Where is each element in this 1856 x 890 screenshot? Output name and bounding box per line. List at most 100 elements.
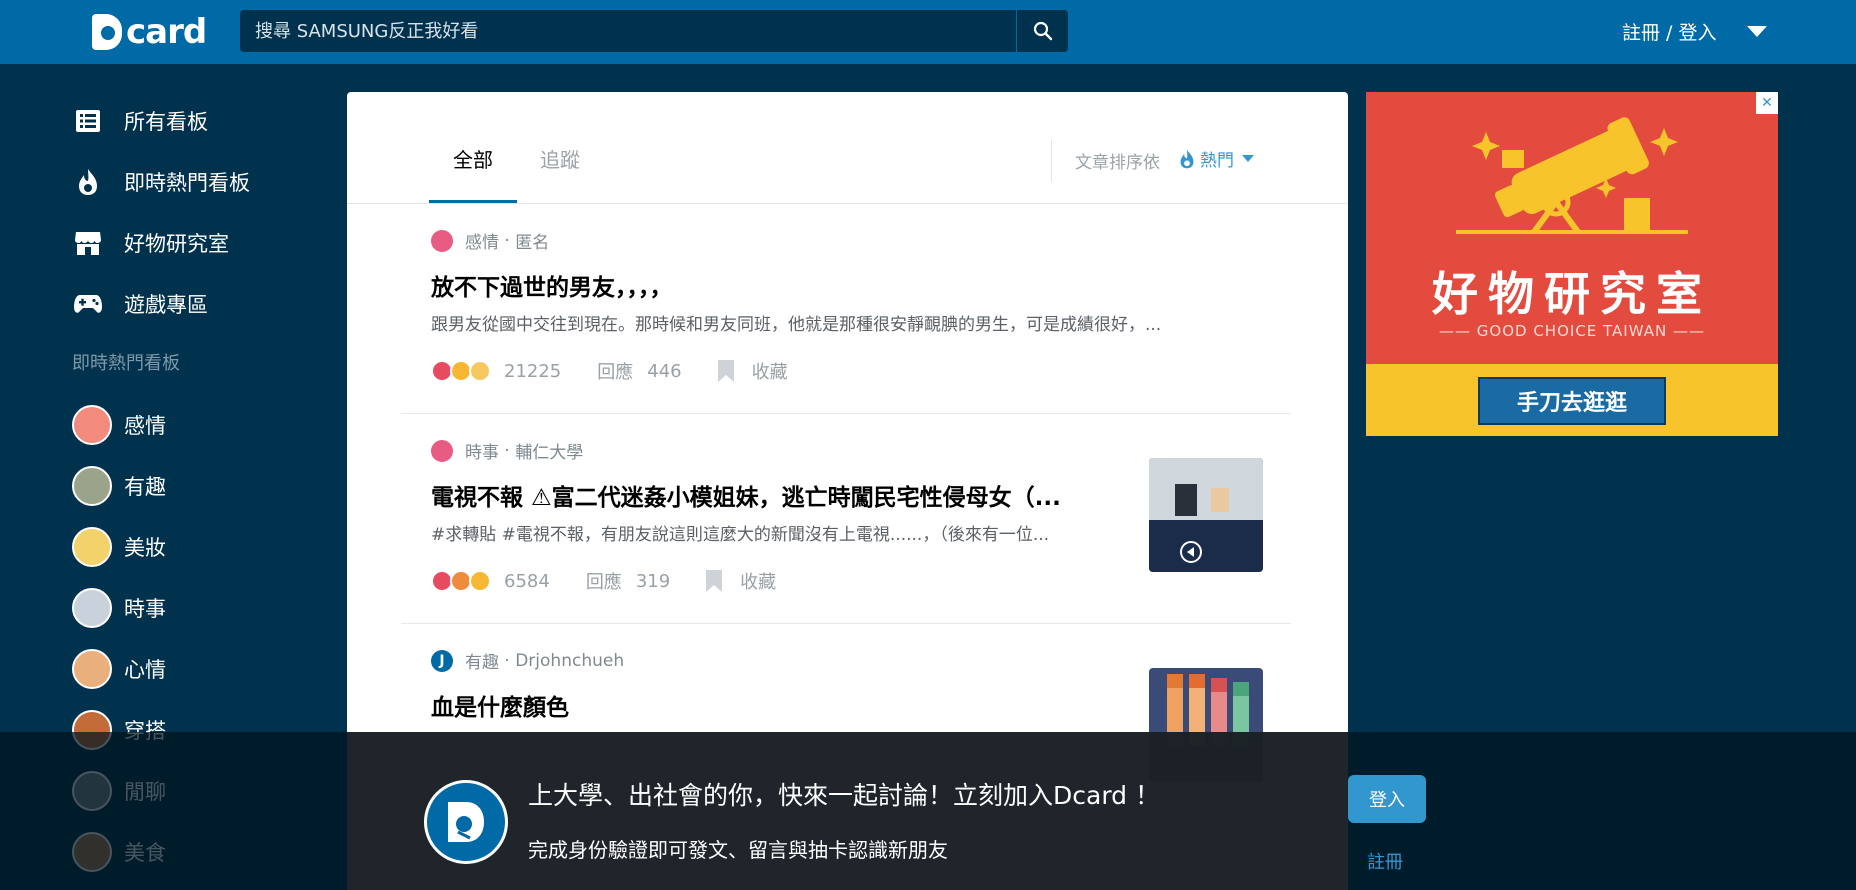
post-board[interactable]: 有趣 (465, 648, 499, 673)
flame-icon (72, 166, 104, 198)
surprise-reaction-icon (469, 570, 491, 592)
post-title[interactable]: 電視不報 ⚠富二代迷姦小模姐妹，逃亡時闖民宅性侵母女（... (431, 478, 1121, 512)
active-tab-indicator (429, 200, 517, 203)
chevron-down-icon[interactable] (1747, 26, 1767, 37)
sidebar-item-label: 好物研究室 (124, 231, 229, 256)
post-meta: J 有趣 · Drjohnchueh (431, 648, 624, 673)
join-banner-subtitle: 完成身份驗證即可發文、留言與抽卡認識新朋友 (528, 838, 948, 862)
sidebar-item-trending-boards[interactable]: 即時熱門看板 (72, 151, 332, 212)
sort-label: 文章排序依 (1075, 153, 1160, 173)
author-avatar (431, 439, 453, 462)
post-title[interactable]: 血是什麼顏色 (431, 688, 1121, 722)
chevron-down-icon (1242, 155, 1254, 162)
tab-following[interactable]: 追蹤 (540, 144, 580, 173)
bookmark-icon[interactable] (717, 360, 734, 382)
sort-dropdown[interactable]: 熱門 (1179, 146, 1254, 171)
sidebar-board-mood[interactable]: 心情 (72, 638, 332, 699)
divider (1051, 140, 1052, 182)
sidebar-item-games[interactable]: 遊戲專區 (72, 273, 332, 334)
feed-tabs: 全部 追蹤 文章排序依 熱門 (347, 92, 1348, 204)
search-icon (1033, 21, 1052, 41)
post-author: 匿名 (515, 233, 550, 253)
post-author: 輔仁大學 (515, 443, 584, 463)
reaction-icons (431, 360, 491, 382)
post-excerpt: 跟男友從國中交往到現在。那時候和男友同班，他就是那種很安靜靦腆的男生，可是成績很… (431, 315, 1162, 335)
flame-icon (1180, 149, 1194, 168)
board-label: 時事 (124, 596, 166, 621)
video-thumbnail-image (1149, 458, 1263, 572)
post-item[interactable]: 感情 · 匿名 放不下過世的男友，，，， 跟男友從國中交往到現在。那時候和男友同… (401, 204, 1291, 414)
logo-text: card (126, 12, 207, 52)
login-button[interactable]: 登入 (1348, 775, 1426, 823)
sidebar-item-label: 所有看板 (124, 109, 208, 134)
save-button[interactable]: 收藏 (752, 358, 788, 384)
trending-boards-heading: 即時熱門看板 (72, 353, 180, 374)
post-item[interactable]: 時事 · 輔仁大學 電視不報 ⚠富二代迷姦小模姐妹，逃亡時闖民宅性侵母女（...… (401, 414, 1291, 624)
search-input[interactable] (240, 10, 1016, 52)
cry-reaction-icon (469, 360, 491, 382)
post-thumbnail[interactable] (1149, 458, 1263, 572)
sort-value: 熱門 (1200, 151, 1234, 171)
ad-subtitle: —— GOOD CHOICE TAIWAN —— (1439, 322, 1705, 340)
ad-title: 好物研究室 (1432, 267, 1712, 321)
reply-label: 回應 (585, 572, 622, 593)
sidebar-item-label: 即時熱門看板 (124, 170, 250, 195)
search-bar (240, 10, 1068, 52)
sidebar-board-makeup[interactable]: 美妝 (72, 516, 332, 577)
gamepad-icon (72, 288, 104, 320)
store-icon (72, 227, 104, 259)
post-stats: 6584 回應 319 收藏 (431, 568, 776, 594)
ad-subtitle-text: GOOD CHOICE TAIWAN (1476, 322, 1668, 340)
sidebar-board-news[interactable]: 時事 (72, 577, 332, 638)
dcard-logo-icon (424, 780, 508, 864)
advertisement-banner[interactable]: ✕ 好物研究室 —— GOOD CHOICE TAIWAN —— 手刀去逛逛 (1366, 92, 1778, 436)
board-avatar (72, 587, 112, 628)
reply-label: 回應 (597, 362, 634, 383)
post-excerpt: #求轉貼 #電視不報，有朋友說這則這麼大的新聞沒有上電視......，（後來有一… (431, 525, 1050, 545)
sidebar-item-label: 遊戲專區 (124, 292, 208, 317)
board-avatar (72, 648, 112, 689)
post-meta: 感情 · 匿名 (431, 228, 549, 253)
bookmark-icon[interactable] (706, 570, 723, 592)
like-count: 21225 (504, 360, 562, 382)
post-author: Drjohnchueh (515, 650, 625, 671)
tab-all[interactable]: 全部 (453, 144, 493, 173)
sidebar-board-relationship[interactable]: 感情 (72, 394, 332, 455)
search-button[interactable] (1016, 10, 1068, 52)
dcard-mark-icon (448, 802, 484, 842)
board-label: 有趣 (124, 474, 166, 499)
board-avatar (72, 404, 112, 445)
post-board[interactable]: 時事 (465, 438, 499, 463)
board-label: 美妝 (124, 535, 166, 560)
dcard-logo-icon (92, 14, 122, 50)
board-label: 心情 (124, 657, 166, 682)
dcard-logo[interactable]: card (92, 10, 207, 54)
board-avatar (72, 465, 112, 506)
post-stats: 21225 回應 446 收藏 (431, 358, 788, 384)
ad-shop-button[interactable]: 手刀去逛逛 (1478, 377, 1666, 425)
save-button[interactable]: 收藏 (740, 568, 776, 594)
like-count: 6584 (504, 570, 550, 592)
meta-separator: · (499, 650, 516, 671)
board-label: 感情 (124, 413, 166, 438)
telescope-icon (1456, 117, 1688, 234)
join-banner-title: 上大學、出社會的你，快來一起討論！立刻加入Dcard ！ (528, 781, 1160, 810)
list-icon (72, 105, 104, 137)
sidebar-board-funny[interactable]: 有趣 (72, 455, 332, 516)
register-link[interactable]: 註冊 (1367, 848, 1403, 874)
reply-count: 446 (647, 360, 682, 382)
board-avatar (72, 526, 112, 567)
post-title[interactable]: 放不下過世的男友，，，， (431, 268, 1261, 302)
author-avatar: J (431, 649, 453, 672)
sidebar-item-good-choice[interactable]: 好物研究室 (72, 212, 332, 273)
register-login-link[interactable]: 註冊 / 登入 (1622, 18, 1716, 45)
reaction-icons (431, 570, 491, 592)
post-board[interactable]: 感情 (465, 228, 499, 253)
post-meta: 時事 · 輔仁大學 (431, 438, 583, 463)
top-header: card 註冊 / 登入 (0, 0, 1856, 64)
author-avatar (431, 229, 453, 252)
reply-count: 319 (635, 570, 671, 592)
meta-separator: · (499, 230, 516, 251)
sidebar-item-all-boards[interactable]: 所有看板 (72, 90, 332, 151)
meta-separator: · (499, 440, 516, 461)
